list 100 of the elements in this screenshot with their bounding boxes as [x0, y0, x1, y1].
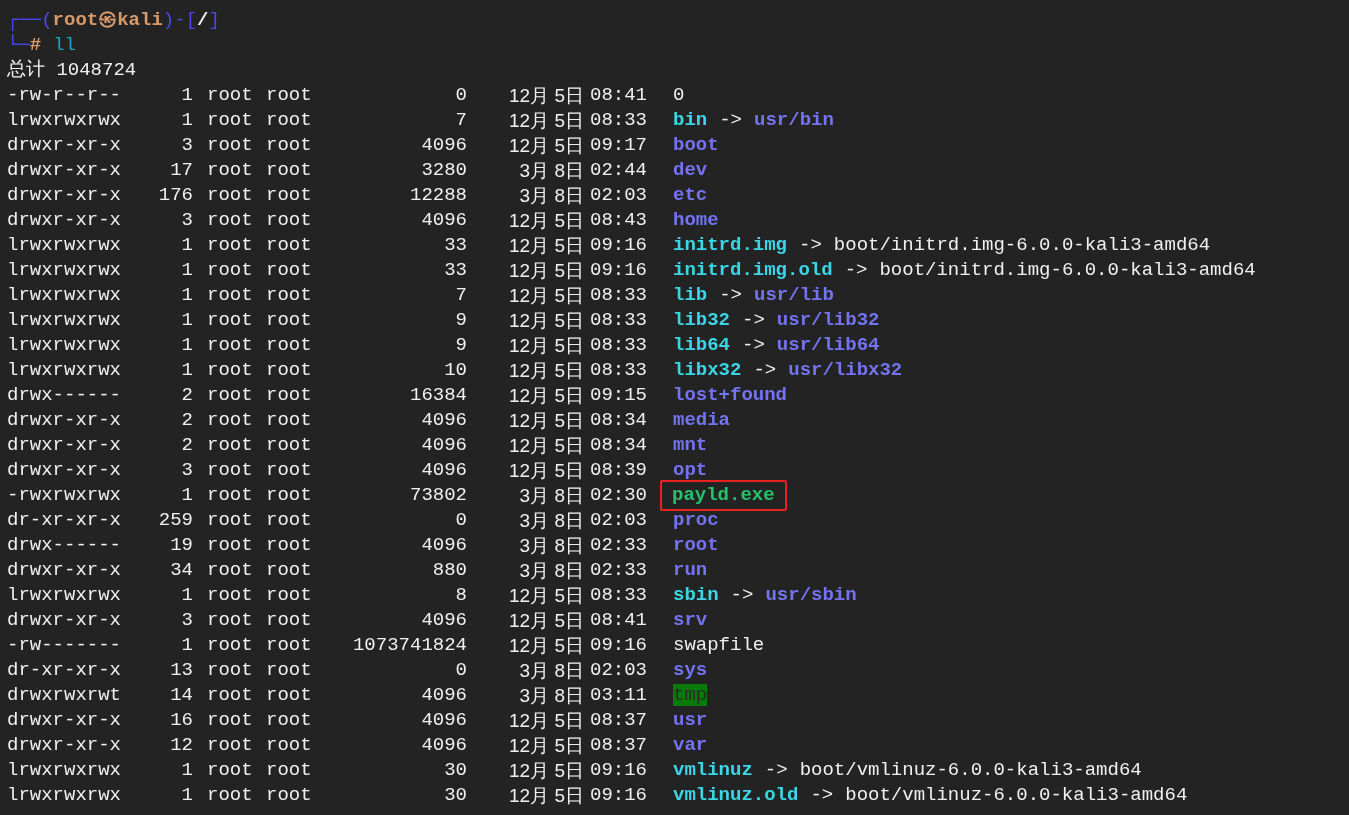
time-text: 08:34 [590, 409, 647, 431]
owner-text: root [207, 334, 253, 356]
date-text: 12月 5日 [509, 584, 584, 608]
file-name: root [673, 534, 719, 556]
link-target: boot/vmlinuz-6.0.0-kali3-amd64 [845, 783, 1188, 808]
link-count-text: 1 [181, 308, 193, 333]
date-text: 3月 8日 [519, 559, 584, 583]
time-text: 08:33 [590, 334, 647, 356]
size-text: 4096 [421, 408, 467, 433]
link-count-text: 176 [158, 183, 193, 208]
arrow-text: -> [764, 758, 788, 783]
file-name: proc [673, 509, 719, 531]
permissions-text: drwx------ [7, 533, 123, 558]
owner-text: root [207, 684, 253, 706]
file-name: payld.exe [672, 484, 775, 506]
size-text: 4096 [421, 208, 467, 233]
time-text: 08:39 [590, 459, 647, 481]
group-text: root [266, 759, 312, 781]
file-name: run [673, 559, 708, 581]
group-text: root [266, 184, 312, 206]
permissions-text: drwxr-xr-x [7, 608, 123, 633]
link-count-text: 2 [181, 408, 193, 433]
time-text: 08:41 [590, 609, 647, 631]
link-target: usr/lib64 [776, 333, 880, 358]
time-text: 08:34 [590, 434, 647, 456]
link-count-text: 259 [158, 508, 193, 533]
time-text: 09:16 [590, 784, 647, 806]
arrow-text: -> [844, 258, 868, 283]
arrow-text: -> [719, 283, 743, 308]
owner-text: root [207, 584, 253, 606]
permissions-text: dr-xr-xr-x [7, 658, 123, 683]
date-text: 12月 5日 [509, 759, 584, 783]
permissions-text: lrwxrwxrwx [7, 758, 123, 783]
group-text: root [266, 159, 312, 181]
permissions-text: drwx------ [7, 383, 123, 408]
size-text: 7 [455, 108, 467, 133]
owner-text: root [207, 384, 253, 406]
file-name: lost+found [673, 384, 788, 406]
size-text: 4096 [421, 708, 467, 733]
size-text: 4096 [421, 133, 467, 158]
owner-text: root [207, 109, 253, 131]
time-text: 02:44 [590, 159, 647, 181]
file-name: etc [673, 184, 708, 206]
date-text: 12月 5日 [509, 134, 584, 158]
link-count-text: 16 [170, 708, 193, 733]
date-text: 12月 5日 [509, 384, 584, 408]
file-name: libx32 [673, 359, 742, 381]
link-count-text: 34 [170, 558, 193, 583]
owner-text: root [207, 184, 253, 206]
link-count-text: 2 [181, 433, 193, 458]
owner-text: root [207, 559, 253, 581]
size-text: 4096 [421, 683, 467, 708]
link-count-text: 3 [181, 608, 193, 633]
owner-text: root [207, 459, 253, 481]
group-text: root [266, 534, 312, 556]
date-text: 3月 8日 [519, 509, 584, 533]
file-name: lib [673, 284, 708, 306]
date-text: 12月 5日 [509, 359, 584, 383]
permissions-text: dr-xr-xr-x [7, 508, 123, 533]
link-count-text: 1 [181, 233, 193, 258]
link-count-text: 3 [181, 133, 193, 158]
permissions-text: lrwxrwxrwx [7, 233, 123, 258]
permissions-text: lrwxrwxrwx [7, 333, 123, 358]
link-target: usr/lib32 [776, 308, 880, 333]
link-count-text: 1 [181, 333, 193, 358]
file-name: bin [673, 109, 708, 131]
file-name: sys [673, 659, 708, 681]
arrow-text: -> [719, 108, 743, 133]
time-text: 08:37 [590, 709, 647, 731]
date-text: 3月 8日 [519, 534, 584, 558]
group-text: root [266, 409, 312, 431]
owner-text: root [207, 784, 253, 806]
date-text: 12月 5日 [509, 234, 584, 258]
size-text: 30 [444, 783, 467, 808]
owner-text: root [207, 209, 253, 231]
link-count-text: 12 [170, 733, 193, 758]
date-text: 12月 5日 [509, 634, 584, 658]
time-text: 02:33 [590, 534, 647, 556]
permissions-text: drwxr-xr-x [7, 133, 123, 158]
date-text: 12月 5日 [509, 209, 584, 233]
size-text: 0 [455, 508, 467, 533]
prompt-bracket: ] [208, 8, 220, 33]
date-text: 3月 8日 [519, 159, 584, 183]
prompt-bracket: )-[ [162, 8, 198, 33]
permissions-text: drwxr-xr-x [7, 208, 123, 233]
file-name: 0 [673, 84, 685, 106]
size-text: 1073741824 [352, 633, 467, 658]
link-count-text: 1 [181, 283, 193, 308]
file-name: srv [673, 609, 708, 631]
permissions-text: lrwxrwxrwx [7, 258, 123, 283]
owner-text: root [207, 284, 253, 306]
size-text: 0 [455, 83, 467, 108]
date-text: 12月 5日 [509, 709, 584, 733]
link-count-text: 1 [181, 483, 193, 508]
time-text: 02:03 [590, 659, 647, 681]
link-count-text: 1 [181, 758, 193, 783]
file-name: swapfile [673, 634, 765, 656]
time-text: 09:16 [590, 259, 647, 281]
file-name: var [673, 734, 708, 756]
file-name: mnt [673, 434, 708, 456]
